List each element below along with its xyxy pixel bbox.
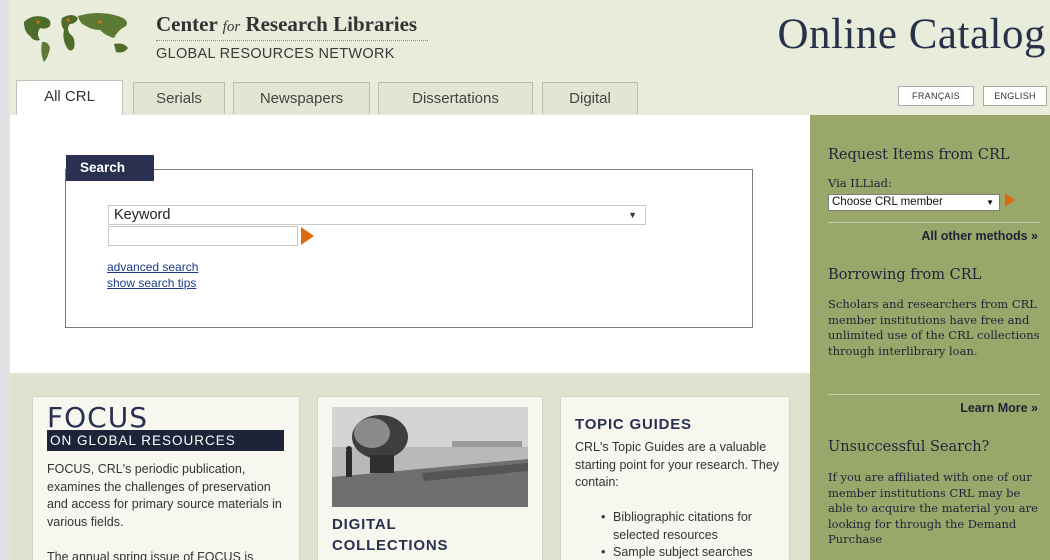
tab-dissertations[interactable]: Dissertations: [378, 82, 533, 114]
topic-guides-card[interactable]: TOPIC GUIDES CRL's Topic Guides are a va…: [560, 396, 790, 560]
search-type-select[interactable]: Keyword ▼: [108, 205, 646, 225]
page-title: Online Catalog: [777, 11, 1046, 58]
tab-digital[interactable]: Digital: [542, 82, 638, 114]
language-french-button[interactable]: FRANÇAIS: [898, 86, 974, 106]
request-items-heading: Request Items from CRL: [828, 147, 1010, 163]
borrowing-text: Scholars and researchers from CRL member…: [828, 297, 1040, 358]
crl-member-select[interactable]: Choose CRL member ▼: [828, 194, 1000, 211]
language-english-button[interactable]: ENGLISH: [983, 86, 1047, 106]
tab-newspapers[interactable]: Newspapers: [233, 82, 370, 114]
all-other-methods-link[interactable]: All other methods »: [921, 229, 1038, 243]
brand-name-for: for: [222, 19, 241, 35]
sidebar-divider: [828, 394, 1040, 395]
unsuccessful-search-text: If you are affiliated with one of our me…: [828, 470, 1038, 546]
search-input[interactable]: [108, 226, 298, 246]
sidebar: Request Items from CRL Via ILLiad: Choos…: [810, 115, 1050, 560]
search-type-value: Keyword: [114, 207, 171, 223]
brand-name[interactable]: Center for Research Libraries: [156, 12, 417, 37]
focus-description-2: The annual spring issue of FOCUS is: [47, 550, 254, 560]
via-illiad-label: Via ILLiad:: [828, 176, 892, 190]
member-go-arrow-icon[interactable]: [1005, 193, 1015, 207]
focus-description: FOCUS, CRL's periodic publication, exami…: [47, 462, 282, 529]
focus-card[interactable]: FOCUS ON GLOBAL RESOURCES FOCUS, CRL's p…: [32, 396, 300, 560]
topic-guides-intro: CRL's Topic Guides are a valuable starti…: [575, 440, 780, 489]
featured-section: FOCUS ON GLOBAL RESOURCES FOCUS, CRL's p…: [10, 373, 810, 560]
borrowing-heading: Borrowing from CRL: [828, 267, 982, 283]
list-item: Bibliographic citations for selected res…: [601, 509, 781, 544]
list-item: Sample subject searches: [601, 544, 781, 560]
digital-collections-card[interactable]: DIGITAL COLLECTIONS: [317, 396, 543, 560]
brand-divider: [156, 40, 428, 41]
advanced-search-link[interactable]: advanced search: [107, 260, 198, 274]
focus-logo-bar: ON GLOBAL RESOURCES: [47, 430, 284, 451]
search-go-arrow-icon[interactable]: [301, 227, 314, 245]
topic-guides-list: Bibliographic citations for selected res…: [601, 509, 781, 560]
tab-all-crl[interactable]: All CRL: [16, 80, 123, 116]
world-map-icon[interactable]: [18, 8, 136, 64]
show-search-tips-link[interactable]: show search tips: [107, 276, 196, 290]
brand-name-part1: Center: [156, 12, 223, 36]
tab-serials[interactable]: Serials: [133, 82, 225, 114]
chevron-down-icon: ▼: [986, 198, 994, 207]
brand-name-part2: Research Libraries: [240, 12, 418, 36]
digital-collections-heading-1: DIGITAL: [332, 516, 397, 533]
sidebar-divider: [828, 222, 1040, 223]
search-tab-label: Search: [66, 155, 154, 181]
crl-member-select-value: Choose CRL member: [832, 196, 943, 208]
search-panel: [65, 169, 753, 328]
learn-more-link[interactable]: Learn More »: [960, 401, 1038, 415]
searchlight-photo: [332, 407, 528, 507]
chevron-down-icon: ▼: [628, 210, 637, 220]
brand-tagline: GLOBAL RESOURCES NETWORK: [156, 46, 395, 62]
main-content: Search Keyword ▼ advanced search show se…: [10, 115, 810, 373]
unsuccessful-search-heading: Unsuccessful Search?: [828, 439, 990, 455]
topic-guides-heading: TOPIC GUIDES: [575, 416, 692, 433]
digital-collections-heading-2: COLLECTIONS: [332, 537, 449, 554]
